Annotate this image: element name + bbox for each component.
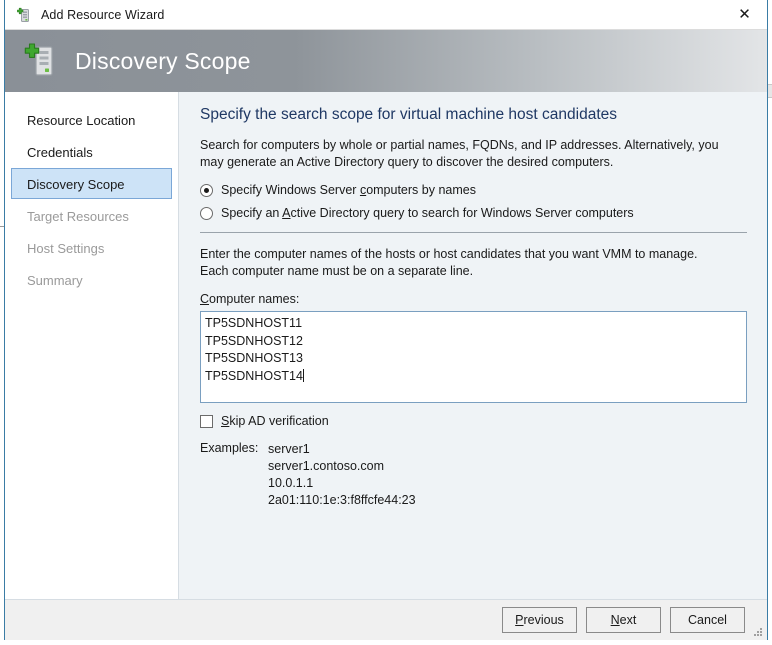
resize-grip[interactable]	[751, 625, 763, 637]
checkbox-indicator-skip-ad[interactable]	[200, 414, 213, 428]
page-title: Discovery Scope	[75, 47, 251, 74]
radio-option-ad-query[interactable]: Specify an Active Directory query to sea…	[200, 206, 747, 220]
dialog-title-bar: Add Resource Wizard ✕	[5, 0, 767, 30]
radio-indicator-by-names[interactable]	[200, 183, 213, 197]
example-item: 10.0.1.1	[268, 476, 314, 490]
computer-names-instruction: Enter the computer names of the hosts or…	[200, 247, 698, 278]
computer-name-line: TP5SDNHOST14	[205, 368, 304, 383]
examples-label: Examples:	[200, 441, 259, 455]
wizard-step-nav: Resource Location Credentials Discovery …	[5, 92, 179, 599]
sidebar-item-summary[interactable]: Summary	[11, 264, 172, 295]
radio-indicator-ad-query[interactable]	[200, 206, 213, 220]
radio-label-by-names: Specify Windows Server computers by name…	[221, 183, 476, 197]
radio-option-by-names[interactable]: Specify Windows Server computers by name…	[200, 183, 747, 197]
previous-button[interactable]: Previous	[502, 607, 577, 633]
sidebar-item-discovery-scope[interactable]: Discovery Scope	[11, 168, 172, 199]
text-caret	[302, 368, 304, 382]
cancel-button[interactable]: Cancel	[670, 607, 745, 633]
sidebar-item-target-resources[interactable]: Target Resources	[11, 200, 172, 231]
examples-list: server1 server1.contoso.com 10.0.1.1 2a0…	[268, 441, 416, 509]
example-item: server1	[268, 442, 310, 456]
server-add-icon	[16, 7, 32, 23]
sidebar-item-resource-location[interactable]: Resource Location	[11, 104, 172, 135]
dialog-body: Resource Location Credentials Discovery …	[5, 92, 767, 599]
computer-names-label: Computer names:	[200, 292, 300, 306]
next-button[interactable]: Next	[586, 607, 661, 633]
server-add-large-icon	[23, 41, 61, 81]
example-item: 2a01:110:1e:3:f8ffcfe44:23	[268, 493, 416, 507]
skip-ad-verification-checkbox[interactable]: Skip AD verification	[200, 414, 747, 428]
wizard-header-banner: Discovery Scope	[5, 30, 767, 92]
close-icon[interactable]: ✕	[722, 0, 767, 28]
section-divider	[200, 232, 747, 233]
computer-name-line: TP5SDNHOST12	[205, 333, 303, 348]
dialog-title: Add Resource Wizard	[41, 7, 165, 22]
wizard-content-pane: Specify the search scope for virtual mac…	[179, 92, 767, 599]
add-resource-wizard-dialog: Add Resource Wizard ✕ Discovery Scope Re…	[4, 0, 768, 640]
example-item: server1.contoso.com	[268, 459, 385, 473]
computer-name-line: TP5SDNHOST11	[205, 316, 303, 330]
examples-section: Examples: server1 server1.contoso.com 10…	[200, 441, 747, 509]
skip-ad-verification-label: Skip AD verification	[221, 414, 329, 428]
sidebar-item-host-settings[interactable]: Host Settings	[11, 232, 172, 263]
radio-label-ad-query: Specify an Active Directory query to sea…	[221, 206, 634, 220]
content-heading: Specify the search scope for virtual mac…	[200, 106, 618, 123]
content-description: Search for computers by whole or partial…	[200, 138, 719, 169]
sidebar-item-credentials[interactable]: Credentials	[11, 136, 172, 167]
computer-name-line: TP5SDNHOST13	[205, 351, 303, 365]
dialog-footer: Previous Next Cancel	[5, 599, 767, 640]
computer-names-input[interactable]: TP5SDNHOST11 TP5SDNHOST12 TP5SDNHOST13 T…	[200, 311, 747, 403]
